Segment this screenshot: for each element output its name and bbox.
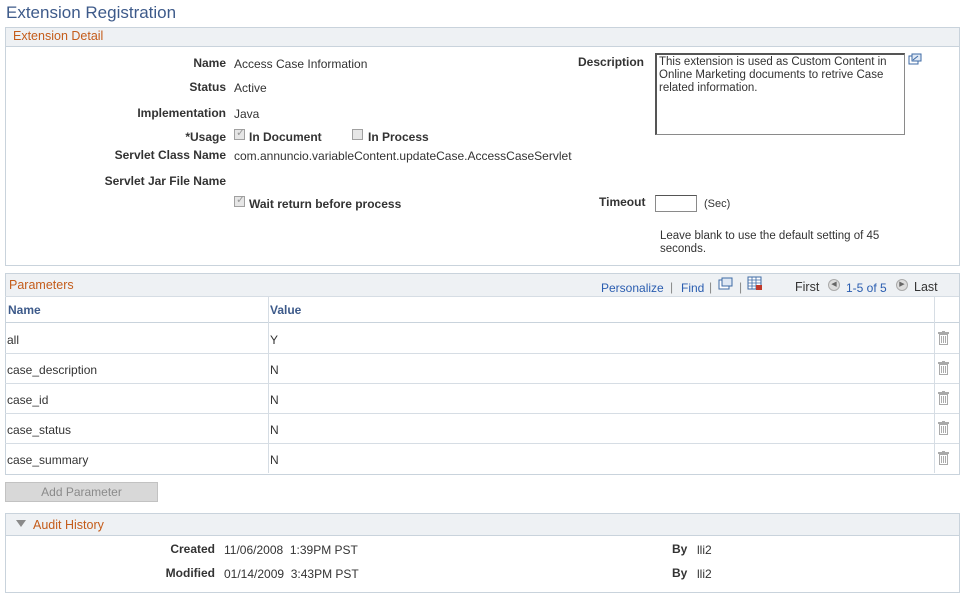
column-divider-1	[268, 296, 269, 473]
row-line-3	[5, 443, 959, 444]
find-link[interactable]: Find	[681, 281, 704, 295]
implementation-label: Implementation	[137, 106, 226, 120]
new-window-icon[interactable]	[718, 277, 733, 290]
servlet-jar-label: Servlet Jar File Name	[104, 174, 226, 188]
separator-1: |	[670, 280, 674, 294]
modified-by-value: lli2	[697, 567, 712, 581]
parameters-section: Parameters	[5, 273, 960, 475]
expand-window-icon[interactable]	[908, 53, 922, 65]
created-value: 11/06/2008 1:39PM PST	[224, 543, 358, 557]
param-name-3: case_status	[7, 423, 72, 437]
column-header-value[interactable]: Value	[270, 303, 301, 317]
column-divider-2	[934, 296, 935, 473]
row-line-2	[5, 413, 959, 414]
param-name-2: case_id	[7, 393, 49, 407]
row-line-0	[5, 353, 959, 354]
param-name-1: case_description	[7, 363, 98, 377]
next-arrow-icon[interactable]: ▶	[896, 279, 908, 291]
modified-by-label: By	[672, 566, 688, 580]
created-by-label: By	[672, 542, 688, 556]
previous-arrow-icon[interactable]: ◀	[828, 279, 840, 291]
column-header-name[interactable]: Name	[8, 303, 41, 317]
param-value-4: N	[270, 453, 279, 467]
audit-history-header[interactable]: Audit History	[6, 514, 959, 536]
param-value-2: N	[270, 393, 279, 407]
audit-history-title[interactable]: Audit History	[33, 518, 104, 532]
implementation-value: Java	[234, 107, 260, 121]
row-line-1	[5, 383, 959, 384]
param-name-4: case_summary	[7, 453, 89, 467]
status-value: Active	[234, 81, 267, 95]
separator-3: |	[739, 280, 743, 294]
name-value: Access Case Information	[234, 57, 368, 71]
trash-icon[interactable]	[938, 361, 949, 375]
param-value-3: N	[270, 423, 279, 437]
in-process-label: In Process	[368, 130, 429, 144]
description-label: Description	[578, 55, 645, 69]
param-name-0: all	[7, 333, 20, 347]
usage-label: *Usage	[185, 130, 226, 144]
servlet-class-value: com.annuncio.variableContent.updateCase.…	[234, 149, 572, 163]
in-process-checkbox[interactable]	[352, 129, 363, 140]
last-label[interactable]: Last	[914, 280, 938, 294]
wait-return-checkbox[interactable]	[234, 193, 245, 207]
personalize-link[interactable]: Personalize	[601, 281, 664, 295]
parameters-title: Parameters	[9, 278, 74, 292]
grid-header-top-line	[5, 296, 959, 297]
timeout-input[interactable]	[655, 195, 697, 212]
timeout-label: Timeout	[599, 195, 646, 209]
trash-icon[interactable]	[938, 331, 949, 345]
trash-icon[interactable]	[938, 421, 949, 435]
trash-icon[interactable]	[938, 451, 949, 465]
timeout-hint: Leave blank to use the default setting o…	[660, 230, 880, 255]
collapse-triangle-icon[interactable]	[16, 520, 26, 527]
modified-value: 01/14/2009 3:43PM PST	[224, 567, 359, 581]
separator-2: |	[709, 280, 713, 294]
extension-detail-header: Extension Detail	[6, 28, 959, 47]
in-document-checkbox[interactable]	[234, 126, 245, 140]
timeout-unit: (Sec)	[704, 198, 731, 210]
status-label: Status	[189, 80, 226, 94]
page-title: Extension Registration	[6, 3, 177, 22]
add-parameter-button[interactable]: Add Parameter	[5, 482, 158, 502]
description-textarea[interactable]: This extension is used as Custom Content…	[655, 53, 905, 135]
modified-label: Modified	[165, 566, 215, 580]
created-label: Created	[170, 542, 215, 556]
wait-return-label: Wait return before process	[249, 197, 402, 211]
grid-header-bottom-line	[5, 322, 959, 323]
trash-icon[interactable]	[938, 391, 949, 405]
name-label: Name	[193, 56, 226, 70]
created-by-value: lli2	[697, 543, 712, 557]
first-label[interactable]: First	[795, 280, 819, 294]
in-document-label: In Document	[249, 130, 322, 144]
param-value-1: N	[270, 363, 279, 377]
servlet-class-label: Servlet Class Name	[114, 148, 226, 162]
download-grid-icon[interactable]	[747, 276, 763, 291]
param-value-0: Y	[270, 333, 279, 347]
range-label: 1-5 of 5	[846, 281, 887, 295]
extension-detail-title: Extension Detail	[13, 29, 104, 43]
